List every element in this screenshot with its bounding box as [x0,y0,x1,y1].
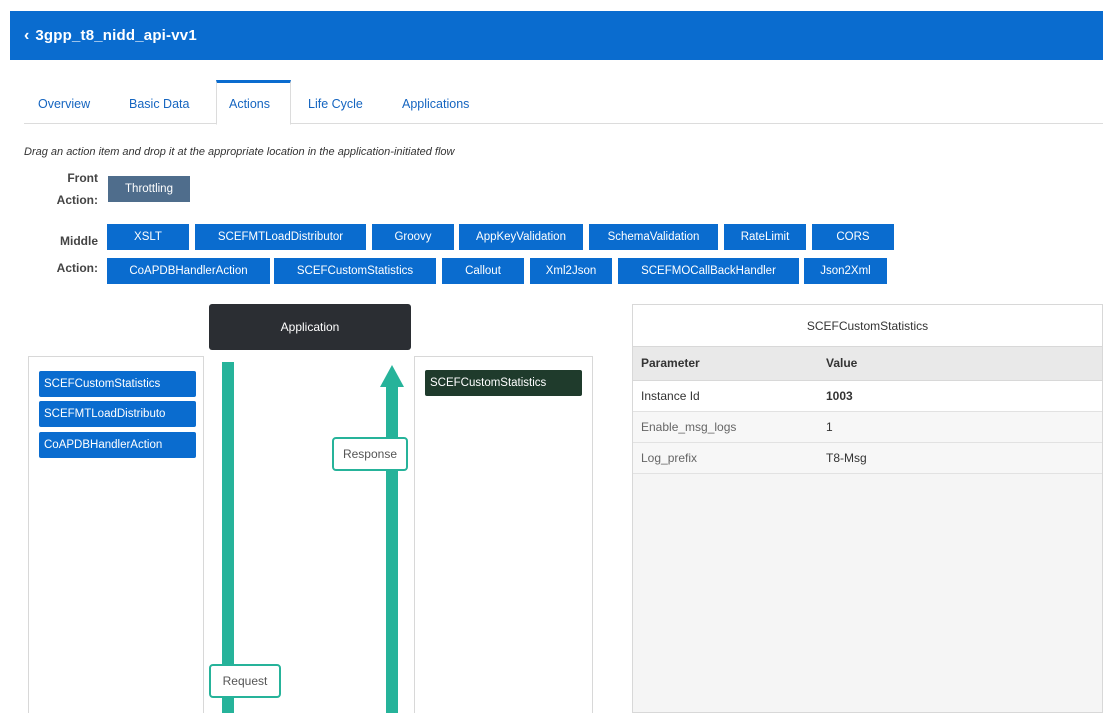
middle-action-callout[interactable]: Callout [442,258,524,284]
middle-action-label-1: Middle [60,234,98,248]
front-action-label-2: Action: [56,193,98,207]
middle-action-schemavalidation[interactable]: SchemaValidation [589,224,718,250]
request-action-scefcustomstatistics[interactable]: SCEFCustomStatistics [39,371,196,397]
column-header-parameter: Parameter [633,347,818,381]
properties-table: Parameter Value Instance Id 1003 Enable_… [633,347,1102,474]
value-log-prefix[interactable]: T8-Msg [818,442,1102,474]
request-action-scefmtloaddistributor[interactable]: SCEFMTLoadDistributo [39,401,196,427]
middle-action-scefmocallbackhandler[interactable]: SCEFMOCallBackHandler [618,258,799,284]
middle-action-groovy[interactable]: Groovy [372,224,454,250]
response-action-scefcustomstatistics[interactable]: SCEFCustomStatistics [425,370,582,396]
request-action-coapdbhandleraction[interactable]: CoAPDBHandlerAction [39,432,196,458]
middle-action-coapdbhandleraction[interactable]: CoAPDBHandlerAction [107,258,270,284]
app-header: ‹ 3gpp_t8_nidd_api-vv1 [10,11,1103,60]
back-chevron-icon[interactable]: ‹ [24,27,29,45]
front-action-throttling[interactable]: Throttling [108,176,190,202]
middle-action-scefmtloaddistributor[interactable]: SCEFMTLoadDistributor [195,224,366,250]
param-log-prefix: Log_prefix [633,442,818,474]
response-label: Response [332,437,408,471]
tab-overview[interactable]: Overview [26,80,102,124]
table-row[interactable]: Instance Id 1003 [633,380,1102,412]
tab-actions[interactable]: Actions [216,80,291,125]
middle-action-ratelimit[interactable]: RateLimit [724,224,806,250]
param-enable-msg-logs: Enable_msg_logs [633,411,818,443]
page-title: 3gpp_t8_nidd_api-vv1 [35,27,197,44]
table-row[interactable]: Log_prefix T8-Msg [633,442,1102,474]
param-instance-id: Instance Id [633,380,818,412]
middle-action-scefcustomstatistics[interactable]: SCEFCustomStatistics [274,258,436,284]
response-arrow-up-icon [380,365,404,387]
properties-panel: SCEFCustomStatistics Parameter Value Ins… [632,304,1103,713]
request-flow-line [222,362,234,713]
tab-life-cycle[interactable]: Life Cycle [296,80,375,124]
instruction-text: Drag an action item and drop it at the a… [24,146,455,158]
application-box: Application [209,304,411,350]
response-flow-line [386,386,398,713]
middle-action-cors[interactable]: CORS [812,224,894,250]
properties-title: SCEFCustomStatistics [633,305,1102,347]
middle-action-xml2json[interactable]: Xml2Json [530,258,612,284]
tab-bar: Overview Basic Data Actions Life Cycle A… [24,80,1103,125]
middle-action-xslt[interactable]: XSLT [107,224,189,250]
tab-basic-data[interactable]: Basic Data [117,80,201,124]
response-actions-panel[interactable]: SCEFCustomStatistics [414,356,593,713]
value-enable-msg-logs[interactable]: 1 [818,411,1102,443]
value-instance-id[interactable]: 1003 [818,380,1102,412]
tab-applications[interactable]: Applications [390,80,481,124]
middle-action-json2xml[interactable]: Json2Xml [804,258,887,284]
middle-action-appkeyvalidation[interactable]: AppKeyValidation [459,224,583,250]
table-row[interactable]: Enable_msg_logs 1 [633,411,1102,443]
request-label: Request [209,664,281,698]
front-action-label-1: Front [67,171,98,185]
column-header-value: Value [818,347,1102,381]
request-actions-panel[interactable]: SCEFCustomStatistics SCEFMTLoadDistribut… [28,356,204,713]
middle-action-label-2: Action: [56,261,98,275]
